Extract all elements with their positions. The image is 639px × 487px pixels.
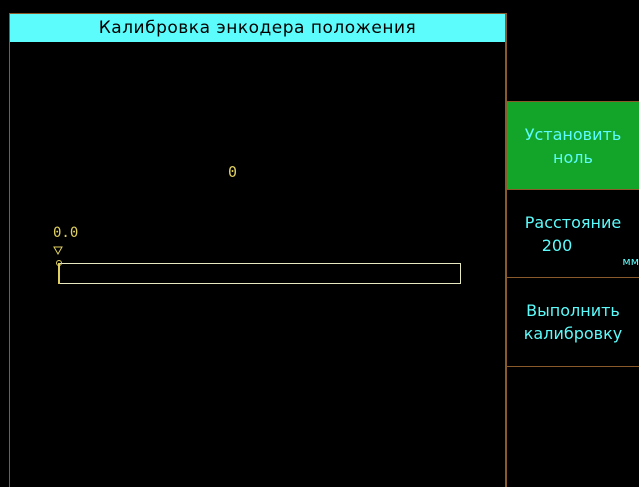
- encoder-counter-value: 0: [228, 163, 238, 181]
- side-slot-empty-top: [506, 13, 639, 101]
- set-zero-label-line1: Установить: [524, 124, 622, 144]
- main-panel-frame: [9, 13, 506, 487]
- page-title: Калибровка энкодера положения: [10, 14, 505, 42]
- position-track-bar: [58, 263, 461, 284]
- side-slot-empty-bottom: [506, 366, 639, 487]
- position-value-label: 0.0: [53, 225, 79, 241]
- perform-calibration-button[interactable]: Выполнить калибровку: [506, 277, 639, 366]
- distance-button[interactable]: Расстояние 200 мм: [506, 189, 639, 277]
- distance-unit: мм: [622, 255, 639, 268]
- calibrate-label-line2: калибровку: [523, 324, 623, 343]
- page-title-text: Калибровка энкодера положения: [98, 18, 417, 38]
- position-pointer-icon: [53, 246, 63, 256]
- set-zero-label-line2: ноль: [553, 147, 593, 167]
- set-zero-button[interactable]: Установить ноль: [506, 101, 639, 189]
- calibrate-label-line1: Выполнить: [526, 301, 620, 320]
- distance-label: Расстояние: [524, 212, 622, 232]
- distance-value: 200: [541, 235, 573, 255]
- position-origin-dot-icon: [56, 260, 62, 266]
